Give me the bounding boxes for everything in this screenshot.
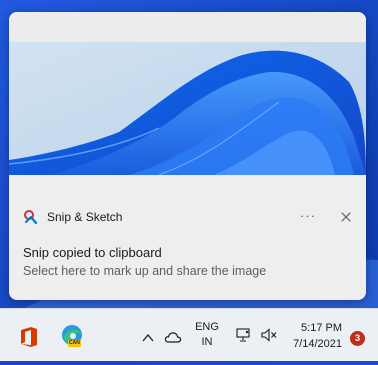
volume-button[interactable] <box>260 327 278 343</box>
notification-count-badge[interactable]: 3 <box>350 331 365 346</box>
snip-sketch-app-icon <box>23 209 39 225</box>
app-name-label: Snip & Sketch <box>47 210 123 224</box>
show-hidden-icons-button[interactable] <box>141 331 155 343</box>
input-language-indicator[interactable]: ENG IN <box>193 320 221 350</box>
notification-body: Select here to mark up and share the ima… <box>23 264 267 278</box>
clock-date: 7/14/2021 <box>293 338 342 350</box>
canary-badge: CAN <box>68 340 81 347</box>
volume-muted-icon <box>261 328 277 342</box>
toast-header-bar <box>9 12 366 42</box>
office-app-button[interactable] <box>19 326 39 348</box>
system-clock[interactable]: 5:17 PM 7/14/2021 <box>290 320 342 352</box>
close-icon <box>341 212 351 222</box>
snip-preview-image[interactable] <box>9 42 366 175</box>
close-button[interactable] <box>335 208 357 226</box>
region-code: IN <box>201 336 213 348</box>
chevron-up-icon <box>142 333 154 342</box>
notification-title: Snip copied to clipboard <box>23 245 162 260</box>
notification-toast[interactable]: Snip & Sketch ··· Snip copied to clipboa… <box>9 12 366 300</box>
cloud-icon <box>164 332 182 343</box>
edge-canary-button[interactable]: CAN <box>60 323 86 351</box>
more-options-button[interactable]: ··· <box>295 209 321 225</box>
network-icon <box>236 328 250 342</box>
clock-time: 5:17 PM <box>301 322 342 334</box>
language-code: ENG <box>195 321 219 333</box>
office-icon <box>21 327 37 347</box>
taskbar: CAN ENG IN 5:17 PM 7/14/2021 3 <box>0 308 378 361</box>
onedrive-button[interactable] <box>164 330 182 344</box>
network-button[interactable] <box>235 327 251 343</box>
toast-app-header: Snip & Sketch <box>23 208 122 226</box>
